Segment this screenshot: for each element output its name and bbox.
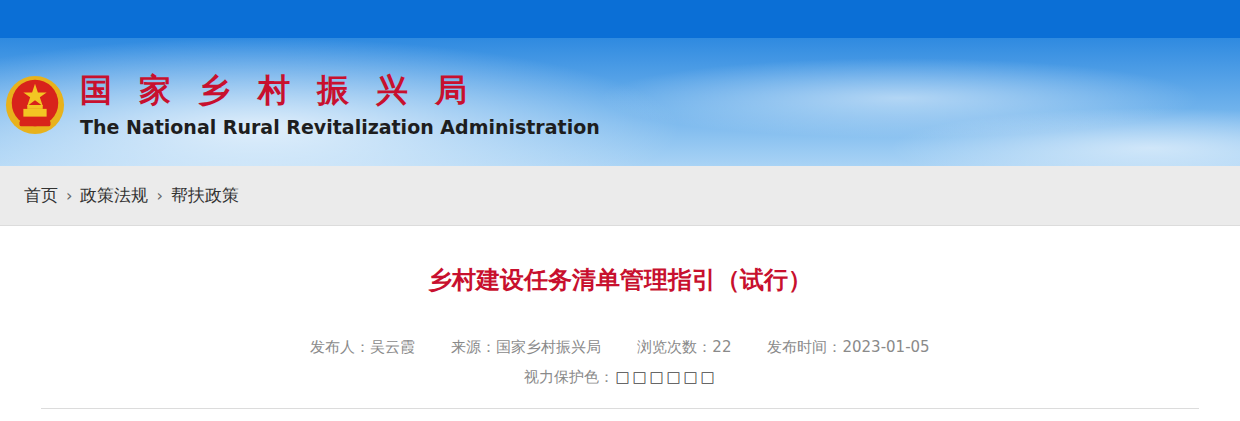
eye-care-label: 视力保护色： — [524, 366, 614, 388]
breadcrumb: 首页 › 政策法规 › 帮扶政策 — [0, 166, 1240, 226]
color-swatch[interactable]: □ — [665, 366, 682, 388]
page: 国家乡村振兴局 The National Rural Revitalization… — [0, 0, 1240, 421]
article-title: 乡村建设任务清单管理指引（试行） — [428, 262, 812, 298]
meta-item: 浏览次数：22 — [637, 336, 731, 358]
article-meta: 发布人：吴云霞 来源：国家乡村振兴局 浏览次数：22 发布时间：2023-01-05 — [310, 336, 929, 358]
meta-item: 来源：国家乡村振兴局 — [451, 336, 601, 358]
banner: 国家乡村振兴局 The National Rural Revitalization… — [0, 38, 1240, 166]
breadcrumb-item[interactable]: 首页 — [24, 184, 58, 207]
national-emblem-icon — [4, 74, 66, 136]
color-swatch[interactable]: □ — [699, 366, 716, 388]
breadcrumb-item[interactable]: 政策法规 — [80, 184, 148, 207]
meta-item: 发布人：吴云霞 — [310, 336, 415, 358]
breadcrumb-separator: › — [66, 186, 72, 205]
brand: 国家乡村振兴局 The National Rural Revitalization… — [80, 71, 600, 138]
site-subtitle: The National Rural Revitalization Admini… — [80, 116, 600, 139]
color-swatch[interactable]: □ — [648, 366, 665, 388]
article: 乡村建设任务清单管理指引（试行） 发布人：吴云霞 来源：国家乡村振兴局 浏览次数：22… — [0, 226, 1240, 409]
breadcrumb-separator: › — [156, 186, 162, 205]
top-bar — [0, 0, 1240, 38]
color-swatch[interactable]: □ — [682, 366, 699, 388]
divider — [41, 408, 1199, 409]
color-swatch[interactable]: □ — [614, 366, 631, 388]
site-title: 国家乡村振兴局 — [80, 71, 600, 109]
meta-item: 发布时间：2023-01-05 — [767, 336, 929, 358]
breadcrumb-item[interactable]: 帮扶政策 — [171, 184, 239, 207]
eye-care-colors: 视力保护色：□□□□□□ — [524, 366, 716, 388]
color-swatch[interactable]: □ — [631, 366, 648, 388]
